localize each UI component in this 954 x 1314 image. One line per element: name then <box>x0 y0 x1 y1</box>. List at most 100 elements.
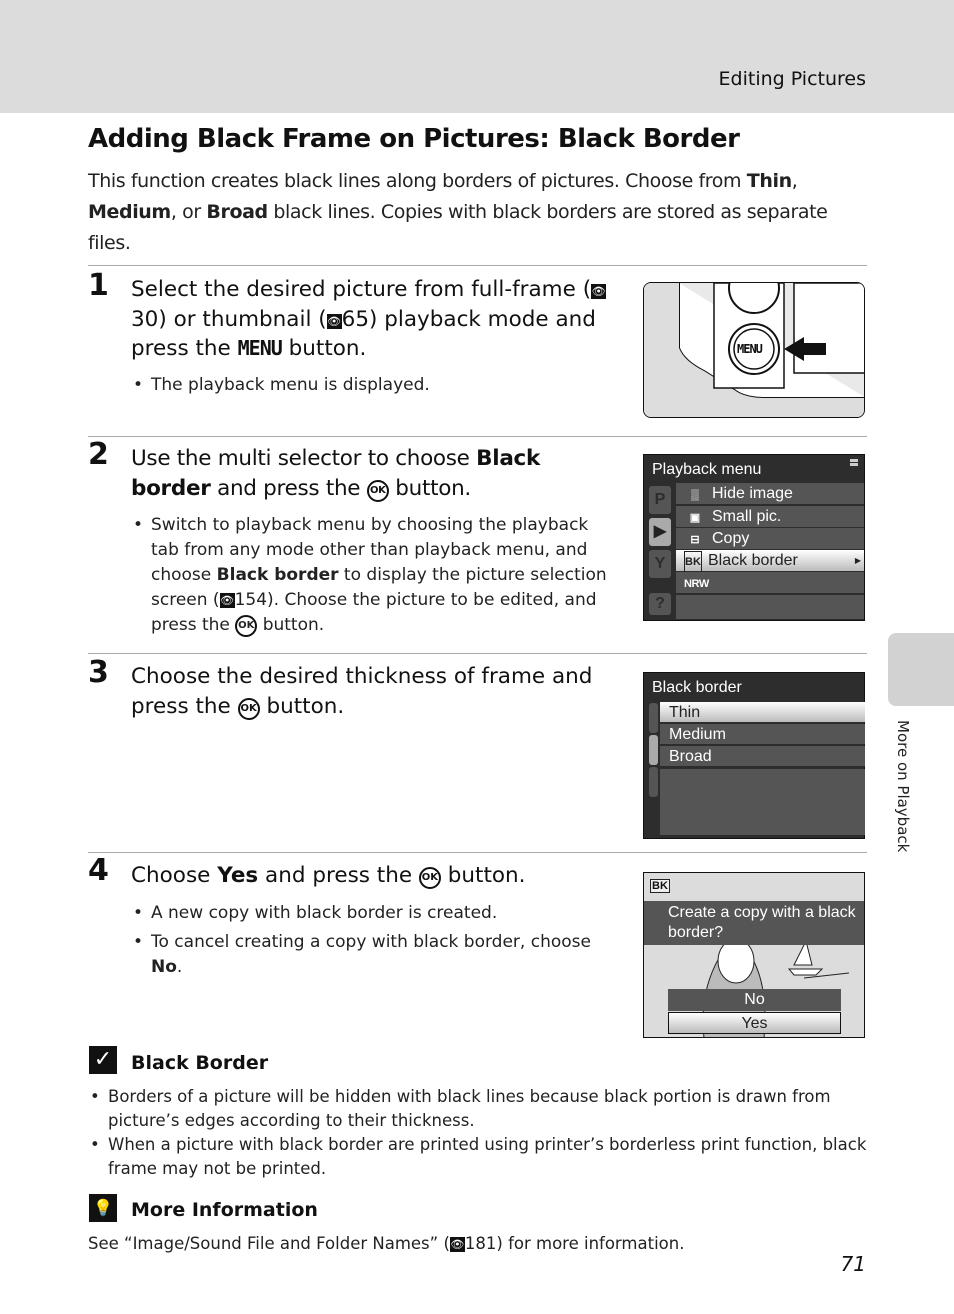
check-icon: ✓ <box>89 1046 117 1074</box>
hide-image-icon: ▒ <box>691 489 699 501</box>
screen-title: Playback menu <box>652 461 762 478</box>
step-instruction: Choose Yes and press the OK button. <box>131 861 621 891</box>
copy-icon: ⊟ <box>690 534 700 546</box>
step-text: button. <box>281 336 367 361</box>
bullet-item: A new copy with black border is created. <box>131 901 616 926</box>
step-text: button. <box>440 863 526 888</box>
bullet-text: button. <box>257 615 325 635</box>
step-instruction: Select the desired picture from full-fra… <box>131 275 621 364</box>
black-border-icon: BK <box>650 879 670 893</box>
camera-illustration: MENU <box>643 282 865 418</box>
reference-icon: 👁 <box>591 284 607 299</box>
menu-item-label: Black border <box>708 552 798 569</box>
ok-button-icon: OK <box>366 479 389 502</box>
step-bullets: The playback menu is displayed. <box>131 373 616 402</box>
step-text: Select the desired picture from full-fra… <box>131 277 592 302</box>
page-header: Editing Pictures <box>0 0 954 113</box>
black-border-icon: BK <box>684 551 702 574</box>
step-bullets: A new copy with black border is created.… <box>131 901 616 984</box>
bullet-bold: Black border <box>216 565 339 585</box>
divider <box>88 852 867 853</box>
options-empty-area <box>660 769 865 835</box>
nrw-icon: NRW <box>684 578 709 590</box>
menu-item-nrw-processing[interactable]: NRWNRW (RAW) processing <box>676 572 864 614</box>
step-instruction: Choose the desired thickness of frame an… <box>131 662 621 721</box>
divider <box>88 653 867 654</box>
step-instruction: Use the multi selector to choose Black b… <box>131 444 621 503</box>
playback-menu-screen: Playback menu P ▶ Y ? ▒ Hide image ▣ Small… <box>643 454 865 621</box>
menu-item-copy[interactable]: ⊟ Copy <box>676 528 864 550</box>
small-pic-icon: ▣ <box>689 512 701 524</box>
intro-broad: Broad <box>206 201 268 223</box>
note-title: Black Border <box>131 1052 269 1074</box>
page-ref: 30 <box>131 306 159 332</box>
chapter-label: More on Playback <box>894 720 912 853</box>
more-info-text-part: See “Image/Sound File and Folder Names” … <box>88 1234 450 1253</box>
step-text: Choose the desired thickness of frame an… <box>131 664 593 719</box>
step-text: Choose <box>131 863 218 888</box>
more-info-text-part: ) for more information. <box>496 1234 685 1253</box>
no-option[interactable]: No <box>668 989 841 1011</box>
step-text: and press the <box>258 863 419 888</box>
intro-thin: Thin <box>746 170 792 192</box>
page-ref[interactable]: 181 <box>465 1234 497 1253</box>
page-number: 71 <box>840 1252 866 1276</box>
note-bullet: When a picture with black border are pri… <box>88 1133 868 1181</box>
step-number: 4 <box>88 853 109 888</box>
divider <box>88 265 867 266</box>
screen-title: Black border <box>652 679 742 696</box>
lightbulb-icon: 💡 <box>89 1194 117 1222</box>
step-number: 1 <box>88 268 109 303</box>
more-info-text: See “Image/Sound File and Folder Names” … <box>88 1234 684 1253</box>
tab-setup[interactable]: Y <box>649 550 671 578</box>
tab-indicator <box>649 703 658 733</box>
menu-item-hide-image[interactable]: ▒ Hide image <box>676 483 864 505</box>
intro-medium: Medium <box>88 201 171 223</box>
menu-empty-area <box>676 595 864 619</box>
step-bullets: Switch to playback menu by choosing the … <box>131 513 616 642</box>
reference-icon: 👁 <box>219 593 235 608</box>
bullet-text: . <box>176 957 183 977</box>
bullet-bold: No <box>151 957 177 977</box>
ok-button-icon: OK <box>418 867 441 889</box>
bullet-item: To cancel creating a copy with black bor… <box>131 930 616 980</box>
step-text: button. <box>388 475 471 501</box>
tab-playback[interactable]: ▶ <box>649 518 671 546</box>
ok-button-icon: OK <box>235 615 258 637</box>
step-bold: Yes <box>217 863 259 888</box>
tab-shooting[interactable]: P <box>649 486 671 514</box>
menu-button-label: MENU <box>737 342 763 356</box>
intro-text: , or <box>170 201 207 223</box>
chapter-tab <box>888 633 954 706</box>
divider <box>88 436 867 437</box>
page-title: Adding Black Frame on Pictures: Black Bo… <box>88 124 740 154</box>
bullet-text: To cancel creating a copy with black bor… <box>151 932 591 952</box>
ok-button-icon: OK <box>237 697 260 720</box>
menu-button-glyph: MENU <box>237 336 283 360</box>
reference-icon: 👁 <box>326 313 342 329</box>
option-broad[interactable]: Broad <box>660 746 865 767</box>
step-number: 2 <box>88 437 109 472</box>
step-number: 3 <box>88 655 109 690</box>
note-bullets: Borders of a picture will be hidden with… <box>88 1085 868 1181</box>
tab-help[interactable]: ? <box>649 593 671 615</box>
menu-item-label: Small pic. <box>712 508 782 525</box>
menu-item-black-border[interactable]: BK Black border ▶ <box>676 550 864 574</box>
option-thin[interactable]: Thin <box>660 702 865 723</box>
bullet-item: Switch to playback menu by choosing the … <box>131 513 616 638</box>
yes-option[interactable]: Yes <box>668 1012 841 1034</box>
scroll-indicator-icon <box>850 459 858 466</box>
menu-item-small-pic[interactable]: ▣ Small pic. <box>676 506 864 528</box>
page-ref: 154 <box>234 590 268 610</box>
page-ref: 65 <box>341 306 370 332</box>
step-text: Use the multi selector to choose <box>131 446 477 471</box>
intro-text: , <box>791 170 798 192</box>
note-bullet: Borders of a picture will be hidden with… <box>88 1085 868 1133</box>
menu-item-label: Copy <box>712 530 750 547</box>
option-medium[interactable]: Medium <box>660 724 865 745</box>
reference-icon: 👁 <box>449 1237 465 1252</box>
bullet-item: The playback menu is displayed. <box>131 373 616 398</box>
more-info-title: More Information <box>131 1199 318 1221</box>
tab-indicator <box>649 767 658 797</box>
section-title: Editing Pictures <box>718 68 866 90</box>
